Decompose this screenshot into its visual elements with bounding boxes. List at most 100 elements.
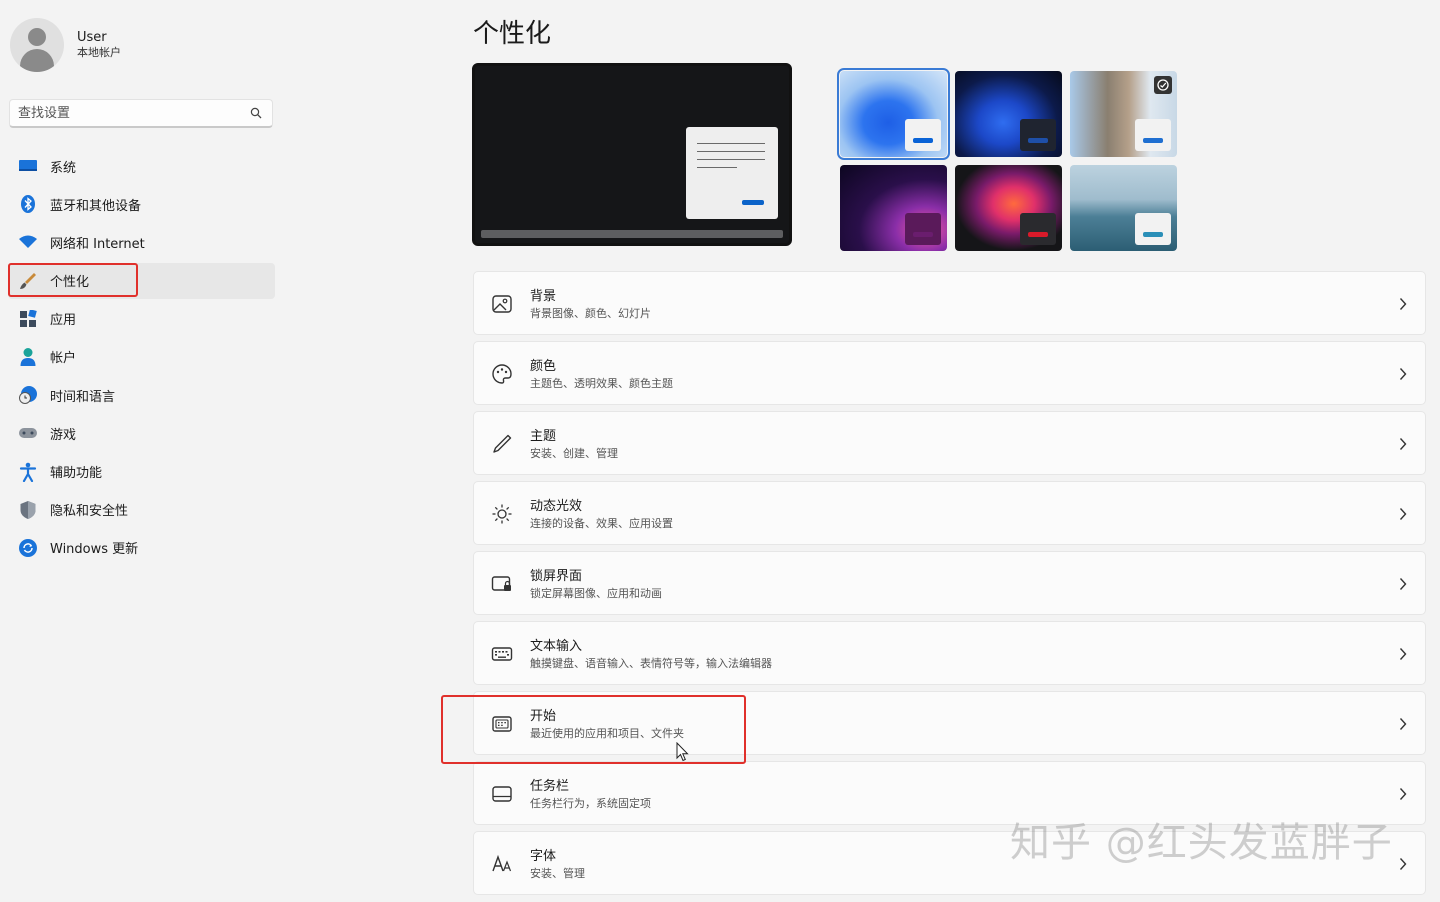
setting-subtitle: 背景图像、颜色、幻灯片 [530, 307, 651, 320]
gamepad-icon [17, 422, 39, 444]
keyboard-icon [491, 647, 513, 661]
shield-icon [17, 499, 39, 521]
chevron-right-icon [1399, 858, 1407, 870]
accessibility-icon [17, 461, 39, 483]
setting-title: 字体 [530, 849, 557, 864]
nav-label: 蓝牙和其他设备 [50, 198, 142, 214]
nav-item-privacy[interactable]: 隐私和安全性 [8, 492, 275, 528]
setting-title: 锁屏界面 [530, 569, 583, 584]
monitor-icon [17, 155, 39, 177]
setting-subtitle: 连接的设备、效果、应用设置 [530, 517, 673, 530]
person-icon [17, 346, 39, 368]
chevron-right-icon [1399, 508, 1407, 520]
setting-subtitle: 安装、管理 [530, 867, 585, 880]
sidebar: User 本地帐户 系统 蓝牙和其他设备 网络和 Internet [0, 0, 290, 902]
globe-clock-icon [17, 384, 39, 406]
nav-item-time-language[interactable]: 时间和语言 [8, 377, 275, 413]
lighting-icon [492, 504, 512, 524]
wifi-icon [17, 231, 39, 253]
lock-screen-icon [491, 576, 511, 591]
chevron-right-icon [1399, 298, 1407, 310]
pen-icon [493, 434, 512, 453]
nav-label: 个性化 [50, 275, 90, 291]
nav-item-bluetooth[interactable]: 蓝牙和其他设备 [8, 186, 275, 222]
nav-label: Windows 更新 [50, 542, 139, 558]
chevron-right-icon [1399, 788, 1407, 800]
chevron-right-icon [1399, 648, 1407, 660]
nav-menu: 系统 蓝牙和其他设备 网络和 Internet 个性化 应用 帐户 时间和语言 … [8, 148, 275, 568]
user-name: User [77, 30, 107, 45]
preview-window [686, 127, 778, 219]
setting-lock-screen[interactable]: 锁屏界面 锁定屏幕图像、应用和动画 [473, 551, 1426, 615]
setting-colors[interactable]: 颜色 主题色、透明效果、颜色主题 [473, 341, 1426, 405]
theme-thumbnail[interactable] [955, 71, 1062, 157]
font-icon [492, 854, 512, 872]
chevron-right-icon [1399, 578, 1407, 590]
setting-background[interactable]: 背景 背景图像、颜色、幻灯片 [473, 271, 1426, 335]
nav-item-accessibility[interactable]: 辅助功能 [8, 454, 275, 490]
nav-label: 辅助功能 [50, 466, 103, 481]
nav-item-accounts[interactable]: 帐户 [8, 339, 275, 375]
theme-gallery [837, 68, 1179, 252]
setting-title: 背景 [530, 289, 557, 304]
palette-icon [492, 364, 512, 384]
image-icon [492, 295, 512, 313]
setting-taskbar[interactable]: 任务栏 任务栏行为，系统固定项 [473, 761, 1426, 825]
brush-icon [17, 270, 39, 292]
theme-thumbnail[interactable] [840, 165, 947, 251]
refresh-icon [17, 537, 39, 559]
setting-title: 任务栏 [530, 779, 570, 794]
theme-preview [472, 63, 792, 246]
setting-themes[interactable]: 主题 安装、创建、管理 [473, 411, 1426, 475]
setting-title: 主题 [530, 429, 557, 444]
settings-list: 背景 背景图像、颜色、幻灯片 颜色 主题色、透明效果、颜色主题 主题 安装、创建… [473, 271, 1426, 901]
nav-item-windows-update[interactable]: Windows 更新 [8, 530, 275, 566]
chevron-right-icon [1399, 438, 1407, 450]
setting-subtitle: 安装、创建、管理 [530, 447, 618, 460]
nav-item-apps[interactable]: 应用 [8, 301, 275, 337]
user-profile[interactable]: User 本地帐户 [10, 18, 121, 72]
nav-item-network[interactable]: 网络和 Internet [8, 224, 275, 260]
page-title: 个性化 [473, 19, 552, 49]
setting-title: 文本输入 [530, 639, 583, 654]
start-menu-icon [492, 716, 512, 732]
taskbar-icon [492, 786, 512, 802]
chevron-right-icon [1399, 718, 1407, 730]
slideshow-icon [1154, 76, 1172, 94]
setting-subtitle: 触摸键盘、语音输入、表情符号等，输入法编辑器 [530, 657, 772, 670]
setting-subtitle: 任务栏行为，系统固定项 [530, 797, 651, 810]
avatar[interactable] [10, 18, 64, 72]
theme-thumbnail[interactable] [837, 68, 950, 160]
preview-taskbar [481, 230, 783, 238]
nav-label: 网络和 Internet [50, 236, 145, 252]
search-input[interactable] [10, 100, 238, 126]
setting-subtitle: 锁定屏幕图像、应用和动画 [530, 587, 662, 600]
nav-item-personalization[interactable]: 个性化 [8, 262, 275, 299]
theme-thumbnail[interactable] [1070, 165, 1177, 251]
nav-label: 时间和语言 [50, 389, 116, 405]
setting-dynamic-lighting[interactable]: 动态光效 连接的设备、效果、应用设置 [473, 481, 1426, 545]
search-box[interactable] [9, 99, 273, 128]
setting-title: 开始 [530, 709, 557, 724]
nav-label: 系统 [50, 160, 77, 176]
setting-title: 颜色 [530, 359, 557, 374]
apps-icon [17, 308, 39, 330]
setting-fonts[interactable]: 字体 安装、管理 [473, 831, 1426, 895]
theme-thumbnail[interactable] [1070, 71, 1177, 157]
bluetooth-icon [17, 193, 39, 215]
nav-label: 帐户 [50, 351, 77, 367]
nav-label: 应用 [50, 313, 77, 329]
setting-subtitle: 主题色、透明效果、颜色主题 [530, 377, 673, 390]
setting-text-input[interactable]: 文本输入 触摸键盘、语音输入、表情符号等，输入法编辑器 [473, 621, 1426, 685]
nav-item-gaming[interactable]: 游戏 [8, 415, 275, 451]
search-icon[interactable] [250, 107, 262, 119]
nav-item-system[interactable]: 系统 [8, 148, 275, 184]
setting-subtitle: 最近使用的应用和项目、文件夹 [530, 727, 684, 740]
nav-label: 游戏 [50, 427, 77, 443]
chevron-right-icon [1399, 368, 1407, 380]
setting-start[interactable]: 开始 最近使用的应用和项目、文件夹 [473, 691, 1426, 755]
user-account-type: 本地帐户 [77, 46, 121, 59]
theme-thumbnail[interactable] [955, 165, 1062, 251]
setting-title: 动态光效 [530, 499, 583, 514]
nav-label: 隐私和安全性 [50, 504, 129, 520]
